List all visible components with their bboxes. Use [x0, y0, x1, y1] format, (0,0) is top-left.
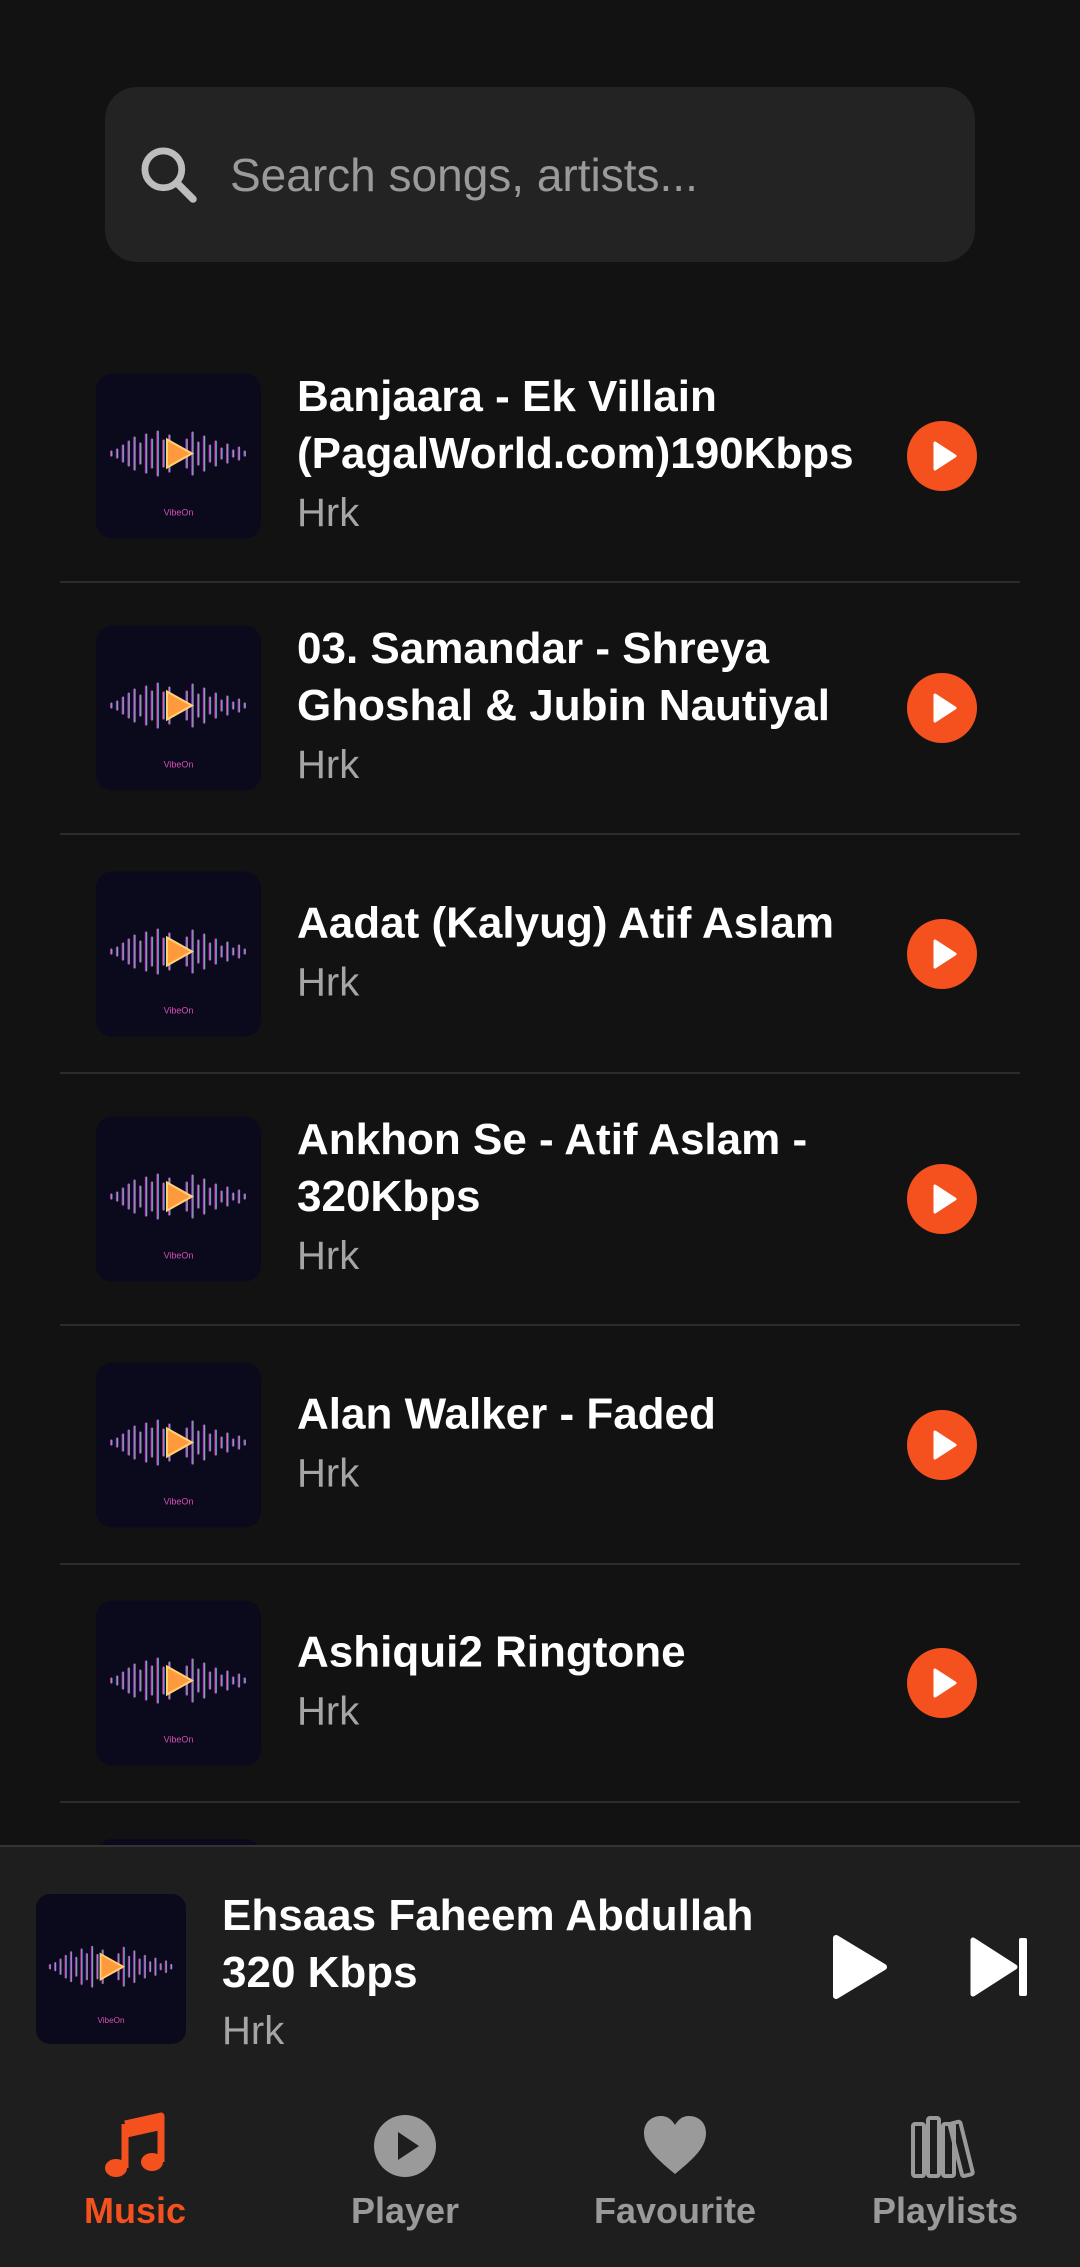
play-icon — [933, 1668, 957, 1698]
song-title: Ashiqui2 Ringtone — [297, 1627, 686, 1677]
album-art-logo-text: VibeOn — [164, 507, 194, 517]
song-row[interactable]: VibeOn Ashiqui2 Ringtone Hrk — [60, 1565, 1020, 1803]
album-art-graphic: VibeOn — [110, 1173, 246, 1261]
song-row[interactable]: VibeOn Banjaara - Ek Villain (PagalWorld… — [60, 330, 1020, 583]
album-art-logo-text: VibeOn — [164, 1005, 194, 1015]
song-title: 03. Samandar - Shreya Ghoshal & Jubin Na… — [297, 624, 830, 730]
nav-item-player[interactable]: Player — [270, 2080, 540, 2267]
now-playing-title: Ehsaas Faheem Abdullah 320 Kbps — [222, 1891, 754, 1997]
song-artist: Hrk — [297, 1689, 360, 1734]
nav-label: Music — [83, 2190, 187, 2231]
play-icon — [933, 693, 957, 723]
album-art-logo-text: VibeOn — [164, 1735, 194, 1745]
play-button[interactable] — [907, 1648, 977, 1718]
song-row[interactable]: VibeOn 03. Samandar - Shreya Ghoshal & J… — [60, 583, 1020, 835]
album-art-graphic: VibeOn — [110, 682, 246, 770]
album-art-logo-text: VibeOn — [164, 760, 194, 770]
album-art: VibeOn — [96, 1362, 261, 1527]
nav-item-favourite[interactable]: Favourite — [540, 2080, 810, 2267]
album-art-graphic: VibeOn — [110, 1657, 246, 1745]
play-button[interactable] — [907, 673, 977, 743]
library-icon — [911, 2116, 975, 2179]
song-row-partial[interactable]: VibeOn — [60, 1803, 1020, 1845]
song-row[interactable]: VibeOn Aadat (Kalyug) Atif Aslam Hrk — [60, 835, 1020, 1074]
song-row[interactable]: VibeOn Ankhon Se - Atif Aslam - 320Kbps … — [60, 1074, 1020, 1326]
music-note-icon — [105, 2112, 165, 2177]
song-title: Banjaara - Ek Villain (PagalWorld.com)19… — [297, 371, 854, 478]
song-artist: Hrk — [297, 743, 360, 787]
album-art: VibeOn — [96, 625, 261, 791]
song-title: Alan Walker - Faded — [297, 1389, 716, 1438]
mini-player[interactable]: VibeOn Ehsaas Faheem Abdullah 320 Kbps H… — [0, 1845, 1080, 2080]
search-icon — [141, 147, 197, 203]
search-input[interactable] — [230, 87, 955, 262]
nav-label: Player — [350, 2190, 460, 2231]
song-title: Aadat (Kalyug) Atif Aslam — [297, 898, 835, 947]
play-icon — [933, 1184, 957, 1214]
play-button[interactable] — [907, 1164, 977, 1234]
skip-next-icon[interactable] — [965, 1932, 1035, 2002]
song-artist: Hrk — [297, 1234, 360, 1278]
album-art-logo-text: VibeOn — [97, 2016, 125, 2025]
play-circle-icon — [374, 2115, 436, 2177]
album-art-graphic: VibeOn — [110, 1419, 246, 1506]
play-button[interactable] — [907, 1409, 977, 1480]
song-row[interactable]: VibeOn Alan Walker - Faded Hrk — [60, 1326, 1020, 1565]
album-art-graphic: VibeOn — [48, 1945, 173, 2025]
play-button[interactable] — [907, 420, 977, 491]
song-artist: Hrk — [297, 490, 360, 535]
nav-label: Playlists — [871, 2190, 1019, 2231]
play-icon[interactable] — [822, 1932, 892, 2002]
album-art-graphic: VibeOn — [110, 430, 246, 517]
play-icon — [933, 1430, 957, 1459]
song-artist: Hrk — [297, 960, 360, 1004]
bottom-nav: Music Player Favourite Playlists — [0, 2080, 1080, 2267]
now-playing-artist: Hrk — [222, 2009, 285, 2053]
heart-icon — [644, 2116, 706, 2174]
album-art-logo-text: VibeOn — [164, 1496, 194, 1506]
album-art: VibeOn — [96, 373, 261, 538]
play-icon — [933, 441, 957, 470]
album-art: VibeOn — [96, 1116, 261, 1282]
album-art-logo-text: VibeOn — [164, 1251, 194, 1261]
play-button[interactable] — [907, 918, 977, 989]
play-icon — [933, 939, 957, 968]
nav-item-music[interactable]: Music — [0, 2080, 270, 2267]
nav-label: Favourite — [593, 2190, 757, 2231]
search-bar[interactable] — [105, 87, 975, 262]
song-title: Ankhon Se - Atif Aslam - 320Kbps — [297, 1115, 808, 1221]
album-art: VibeOn — [96, 871, 261, 1036]
album-art-graphic: VibeOn — [110, 928, 246, 1015]
now-playing-album-art: VibeOn — [36, 1894, 186, 2044]
nav-item-playlists[interactable]: Playlists — [810, 2080, 1080, 2267]
song-artist: Hrk — [297, 1451, 360, 1495]
song-list[interactable]: VibeOn Banjaara - Ek Villain (PagalWorld… — [60, 330, 1020, 1845]
album-art: VibeOn — [96, 1600, 261, 1766]
